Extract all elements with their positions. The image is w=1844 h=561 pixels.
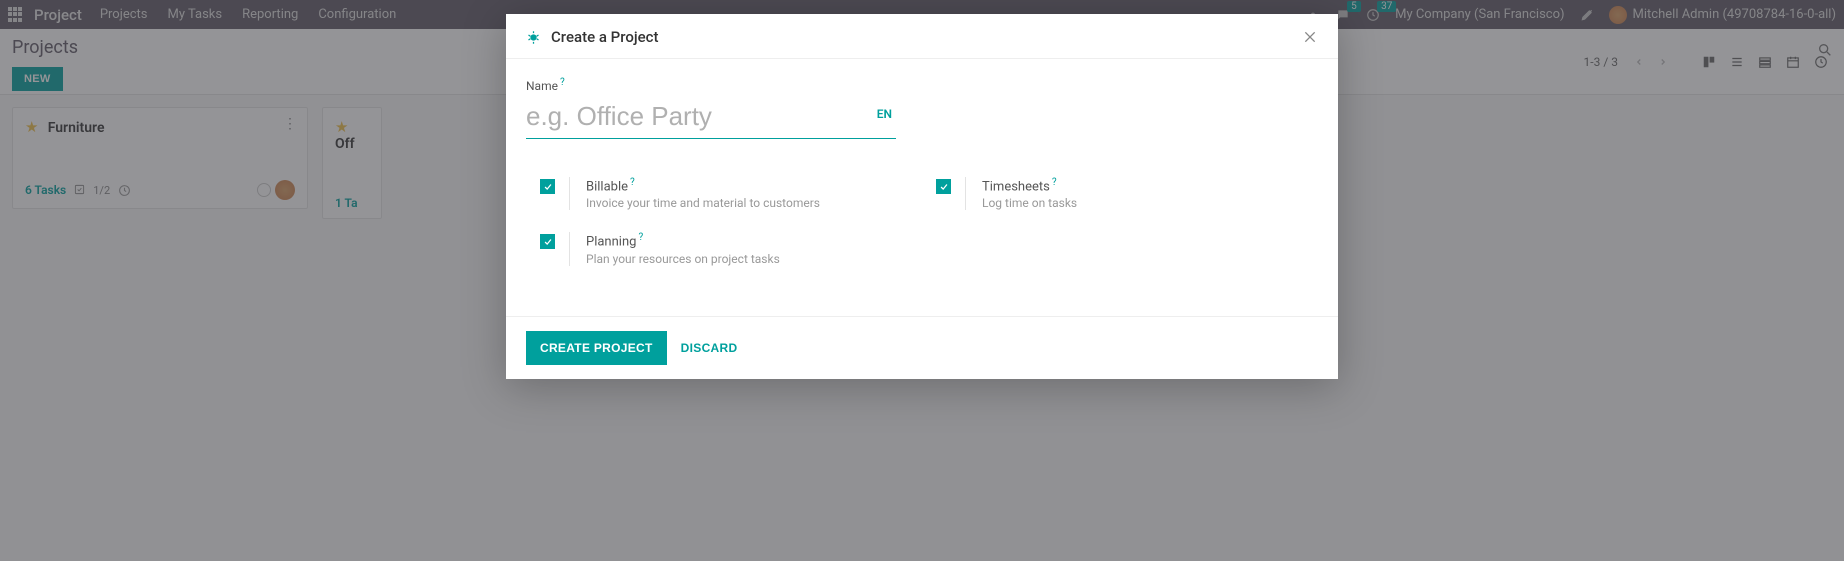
planning-label: Planning? — [586, 232, 780, 249]
option-timesheets: Timesheets? Log time on tasks — [922, 177, 1318, 210]
project-name-input[interactable] — [526, 97, 896, 139]
timesheets-desc: Log time on tasks — [982, 196, 1077, 210]
modal-header: Create a Project — [506, 14, 1338, 59]
options-grid: Billable? Invoice your time and material… — [526, 177, 1318, 288]
modal-body: Name? EN Billable? Invoice your time and… — [506, 59, 1338, 316]
billable-desc: Invoice your time and material to custom… — [586, 196, 820, 210]
modal-title: Create a Project — [551, 28, 658, 46]
create-project-modal: Create a Project Name? EN Billable? — [506, 14, 1338, 379]
create-project-button[interactable]: CREATE PROJECT — [526, 331, 667, 365]
discard-button[interactable]: DISCARD — [681, 341, 738, 355]
option-planning: Planning? Plan your resources on project… — [526, 232, 922, 265]
name-label: Name? — [526, 77, 1318, 93]
planning-checkbox[interactable] — [540, 234, 555, 249]
bug-icon[interactable] — [526, 30, 541, 45]
billable-checkbox[interactable] — [540, 179, 555, 194]
timesheets-label: Timesheets? — [982, 177, 1077, 194]
planning-desc: Plan your resources on project tasks — [586, 252, 780, 266]
option-billable: Billable? Invoice your time and material… — [526, 177, 922, 210]
name-input-row: EN — [526, 97, 896, 139]
billable-label: Billable? — [586, 177, 820, 194]
timesheets-checkbox[interactable] — [936, 179, 951, 194]
modal-footer: CREATE PROJECT DISCARD — [506, 316, 1338, 379]
language-button[interactable]: EN — [877, 107, 892, 121]
close-icon[interactable] — [1302, 29, 1318, 45]
